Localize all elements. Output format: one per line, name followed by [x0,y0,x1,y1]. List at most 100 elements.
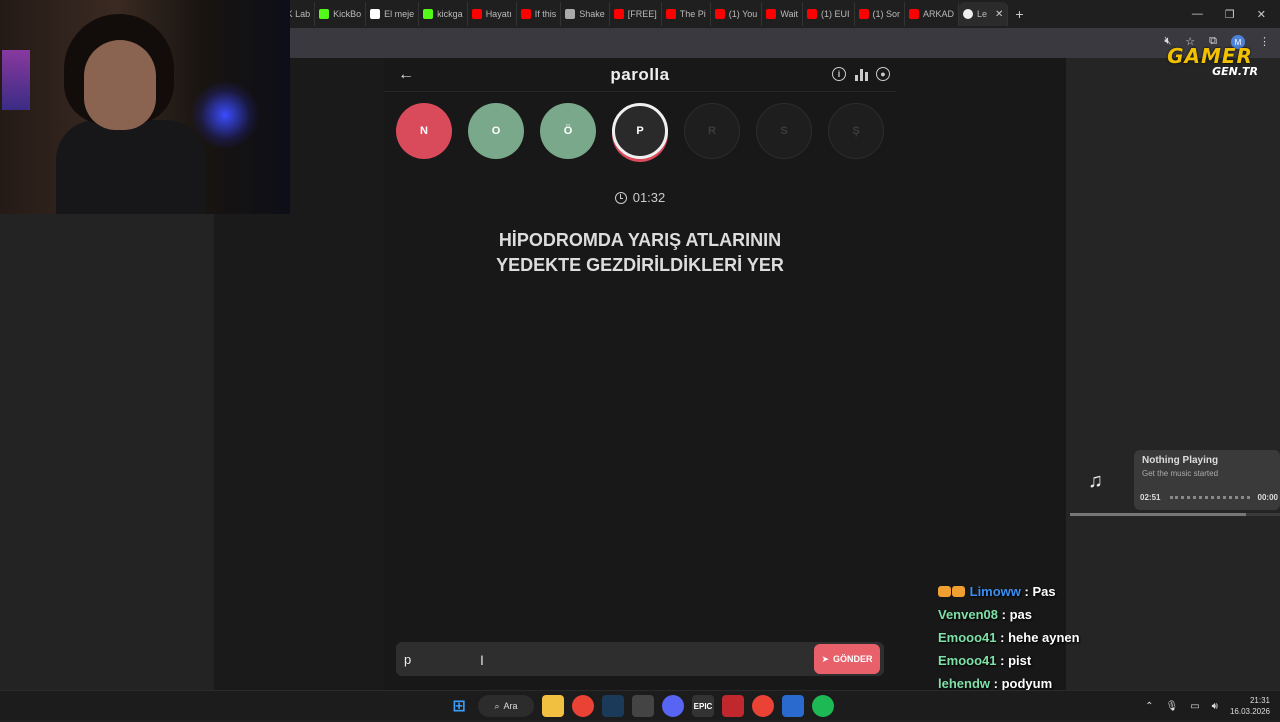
tab-label: Wait [780,9,798,19]
answer-input[interactable] [404,647,804,671]
tab-favicon-icon [520,9,531,19]
browser-tab[interactable]: Hayatı [468,2,517,26]
browser-tab[interactable]: (1) EUI [803,2,855,26]
tab-label: KickBo [333,9,362,19]
tab-favicon-icon [909,9,920,19]
tab-favicon-icon [319,9,330,19]
music-note-icon: ♫ [1088,470,1103,492]
tab-label: El meje [384,9,415,19]
browser-tab[interactable]: El meje [366,2,420,26]
close-tab-icon[interactable]: ✕ [995,9,1003,20]
browser-tab[interactable]: [FREE] [610,2,662,26]
chat-separator: : [990,676,1002,691]
chat-username: Limoww [969,584,1021,599]
chat-emote-icon [938,586,951,597]
spotify-icon[interactable] [812,695,834,717]
browser-tab[interactable]: kickga [419,2,468,26]
timer-value: 01:32 [632,190,666,205]
track-bar[interactable] [1170,496,1250,499]
browser-tab[interactable]: KickBo [315,2,367,26]
browser-tab[interactable]: (1) You [711,2,763,26]
info-icon[interactable]: i [832,67,846,81]
answer-bar: I ➤ GÖNDER [396,642,884,676]
taskbar-apps: ⊞ ⌕ Ara EPIC [448,695,834,717]
chat-separator: : [996,630,1009,645]
tab-favicon-icon [766,9,777,19]
text-cursor-icon: I [480,652,484,668]
browser-tab[interactable]: ARKAD [905,2,960,26]
search-label: Ara [503,701,518,711]
chat-username: lehendw [938,676,991,691]
question-line-1: HİPODROMDA YARIŞ ATLARININ [498,230,782,250]
tab-label: (1) Sor [872,9,901,19]
taskbar: ⊞ ⌕ Ara EPIC ⌃ 🎙︎ ▭ 🔊︎ 21:31 16.03.2026 [0,690,1280,720]
clock-time: 21:31 [1249,696,1270,705]
address-bar[interactable]: 🔇︎ ☆ ⧉ M ⋮ [290,28,1280,58]
tab-favicon-icon [963,9,974,19]
letter-red: N [396,103,452,159]
display-icon[interactable]: ▭ [1190,701,1199,712]
tray-overflow-icon[interactable]: ⌃ [1145,701,1153,712]
volume-icon[interactable]: 🔊︎ [1212,701,1218,712]
letter-pending: Ş [828,103,884,159]
video-editor-icon[interactable] [722,695,744,717]
time-total: 00:00 [1257,493,1278,502]
file-explorer-icon[interactable] [542,695,564,717]
app-icon[interactable] [782,695,804,717]
tab-label: kickga [437,9,463,19]
letter-green: O [468,103,524,159]
now-playing-subtitle: Get the music started [1142,469,1219,478]
search-icon: ⌕ [494,700,500,711]
music-widget: ♫ Nothing Playing Get the music started … [1068,450,1280,520]
now-playing-card: Nothing Playing Get the music started 02… [1134,450,1280,510]
webcam-overlay [0,0,290,214]
new-tab-button[interactable]: + [1008,6,1030,22]
tab-favicon-icon [471,9,482,19]
epic-games-icon[interactable]: EPIC [692,695,714,717]
streamer-body [56,120,206,214]
window-controls: — ❐ ✕ [1192,8,1280,21]
chat-message: Emooo41 : hehe aynen [938,630,1158,653]
chat-text: pas [1009,607,1032,622]
steam-icon[interactable] [602,695,624,717]
app-icon[interactable] [632,695,654,717]
clock-date: 16.03.2026 [1229,707,1270,716]
browser-tab[interactable]: (1) Sor [855,2,906,26]
chat-text: hehe aynen [1008,630,1080,645]
progress-fill [1070,513,1247,516]
chat-message: Venven08 : pas [938,607,1158,630]
tab-label: (1) EUI [820,9,850,19]
chat-separator: : [998,607,1010,622]
chat-separator: : [996,653,1009,668]
send-button[interactable]: ➤ GÖNDER [814,644,880,674]
chat-message: Limoww : Pas [938,584,1158,607]
chat-text: Pas [1032,584,1056,599]
tab-favicon-icon [806,9,817,19]
browser-tab[interactable]: The Pi [662,2,711,26]
tab-label: Hayatı [485,9,512,19]
discord-icon[interactable] [662,695,684,717]
tab-active[interactable]: Le ✕ [959,2,1009,26]
letter-pending: S [756,103,812,159]
browser-tab[interactable]: Wait [762,2,803,26]
chrome-icon[interactable] [572,695,594,717]
maximize-icon[interactable]: ❐ [1225,8,1235,21]
brand-line-1: GAMER [1167,44,1253,68]
chrome-profile-icon[interactable] [752,695,774,717]
stats-icon[interactable] [854,67,868,81]
taskbar-search[interactable]: ⌕ Ara [478,695,534,717]
browser-tab[interactable]: If this [517,2,562,26]
system-clock[interactable]: 21:31 16.03.2026 [1230,695,1270,717]
close-window-icon[interactable]: ✕ [1257,8,1266,21]
tab-favicon-icon [613,9,624,19]
chat-username: Emooo41 [938,653,997,668]
minimize-icon[interactable]: — [1192,8,1203,21]
browser-tab[interactable]: Shake [561,2,610,26]
microphone-icon[interactable]: 🎙︎ [1165,701,1178,712]
tab-favicon-icon [565,9,576,19]
timer: 01:32 [384,190,896,205]
tab-favicon-icon [665,9,676,19]
windows-start-icon[interactable]: ⊞ [448,695,470,717]
chat-separator: : [1020,584,1033,599]
profile-icon[interactable]: ● [876,67,890,81]
